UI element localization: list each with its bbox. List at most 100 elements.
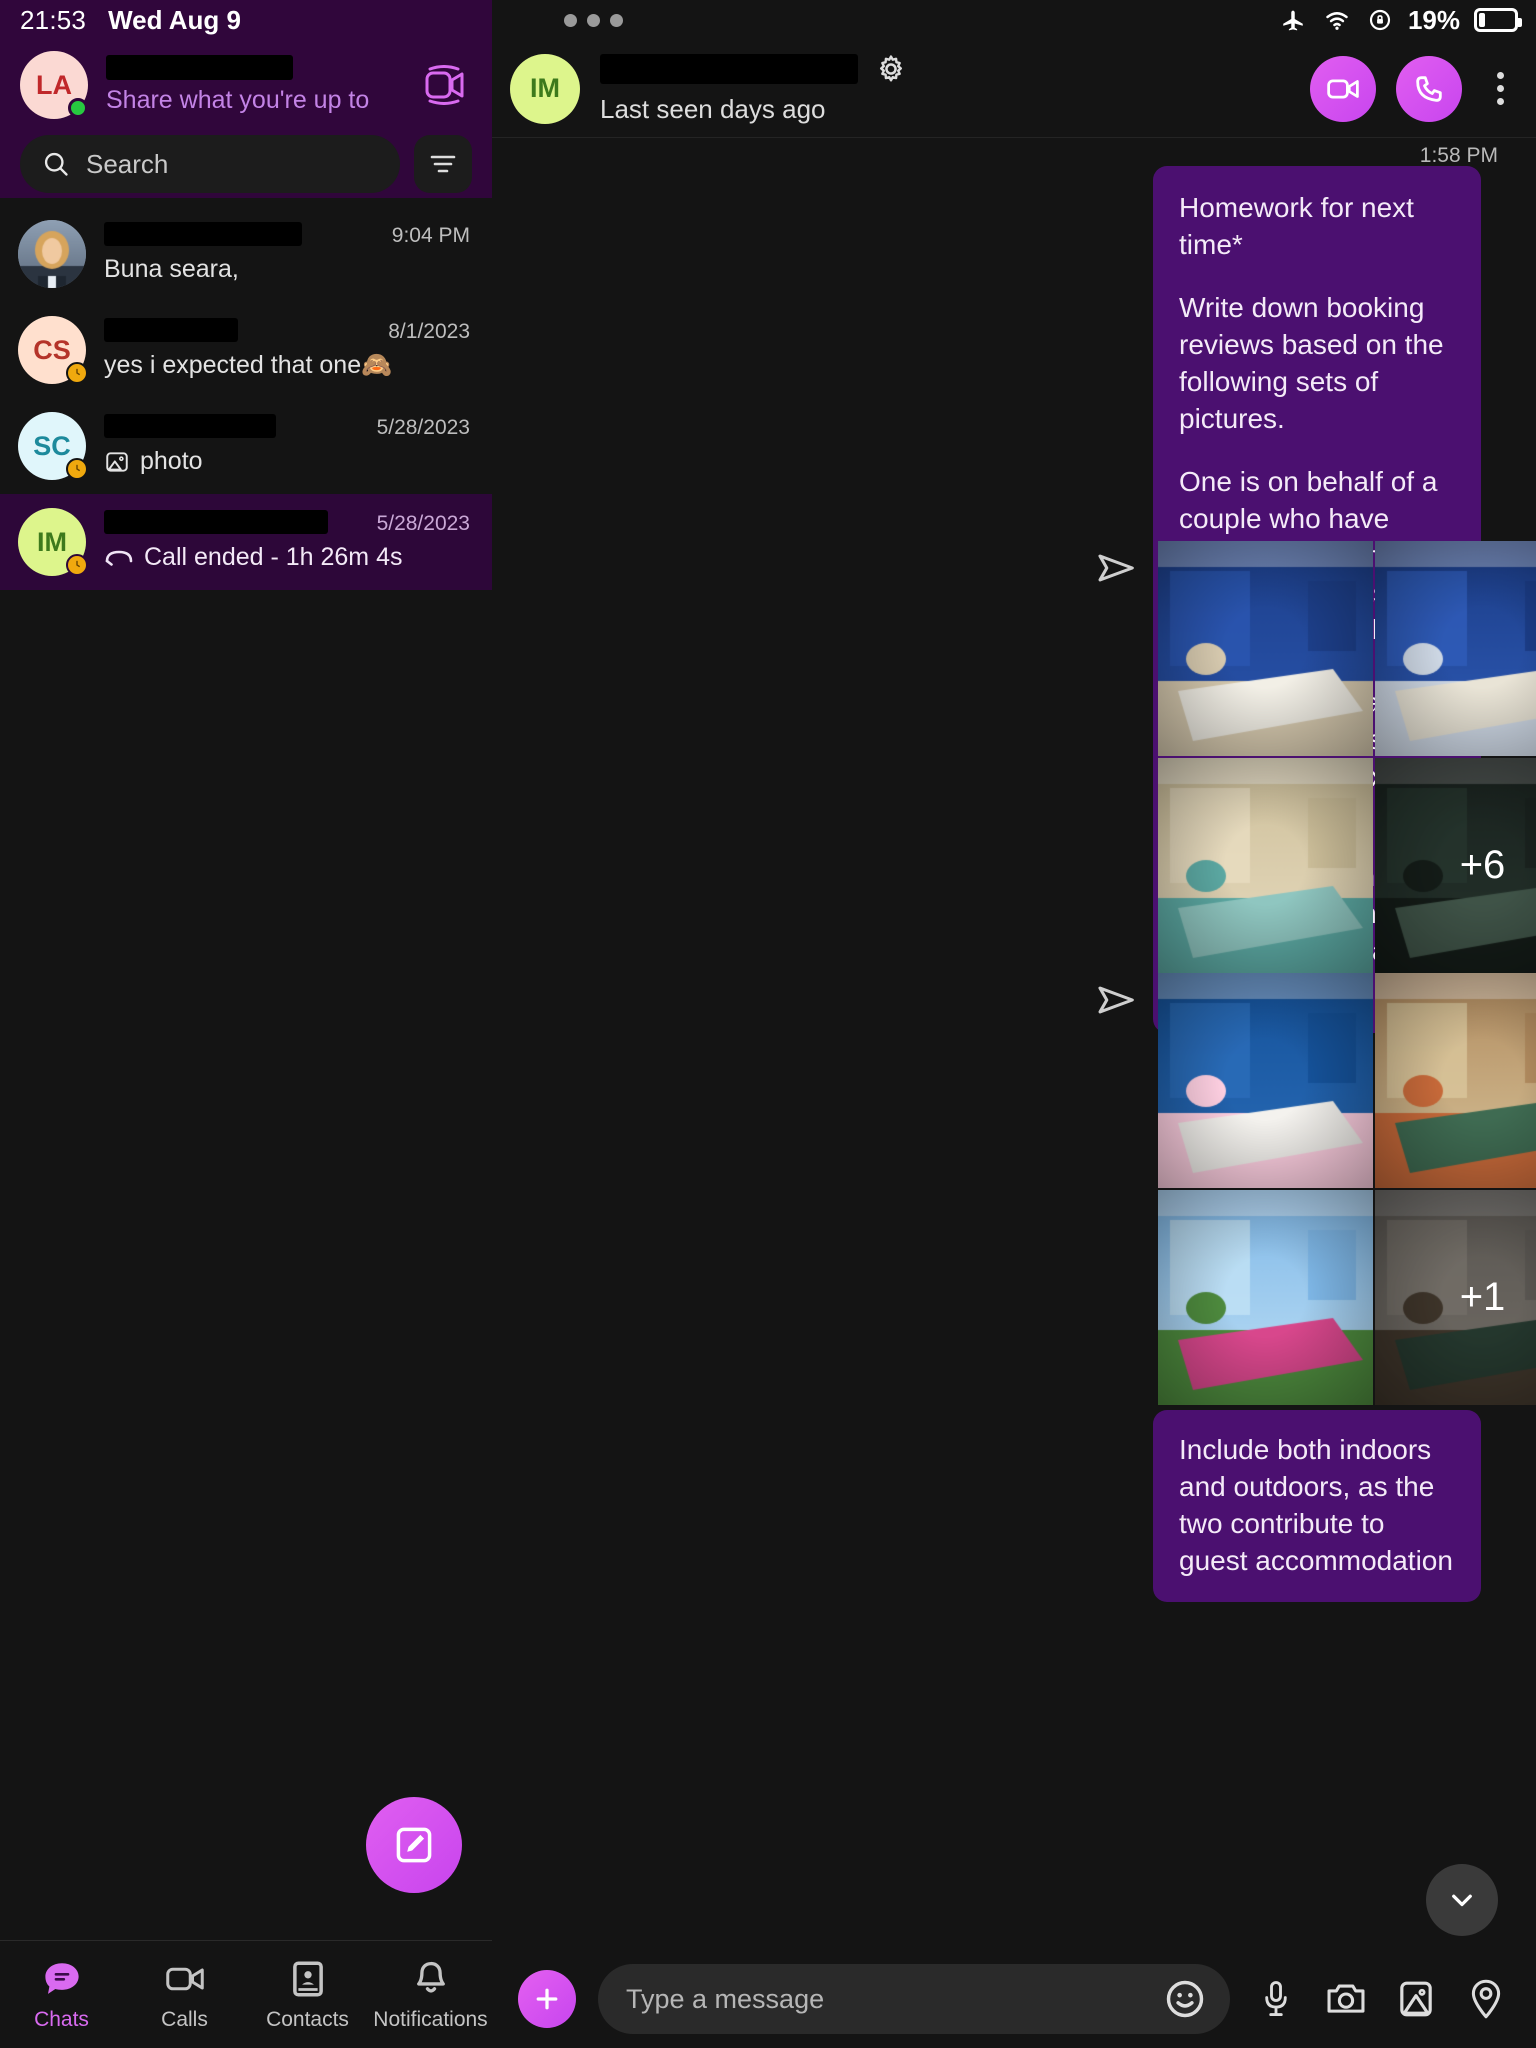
nav-label: Chats: [34, 2007, 89, 2031]
window-dots: [492, 13, 623, 27]
chat-list-item[interactable]: Buna seara, 9:04 PM: [0, 206, 492, 302]
battery-icon: [1474, 8, 1522, 32]
bell-icon: [416, 1961, 445, 1993]
image-icon: [106, 451, 128, 472]
chat-preview: yes i expected that one🙈: [104, 351, 474, 380]
message-text: Include both indoors and outdoors, as th…: [1153, 1410, 1481, 1602]
overflow-menu-button[interactable]: [1482, 72, 1518, 105]
chat-preview-text: Call ended - 1h 26m 4s: [144, 543, 403, 571]
chat-list-item[interactable]: CS yes i expected that one🙈 8/1/2023: [0, 302, 492, 398]
status-bar-left: 21:53 Wed Aug 9: [0, 0, 492, 40]
camera-icon[interactable]: [1322, 1975, 1370, 2023]
chat-preview: Call ended - 1h 26m 4s: [104, 543, 474, 572]
online-status-dot: [68, 98, 88, 118]
bottom-navigation: Chats Calls Contacts Notifications: [0, 1940, 492, 2048]
gallery-icon[interactable]: [1392, 1975, 1440, 2023]
message-paragraph: Homework for next time*: [1179, 192, 1414, 260]
image-overflow-count: +6: [1375, 758, 1536, 973]
profile-header: LA Share what you're up to Search: [0, 40, 492, 198]
messaging-app: 21:53 Wed Aug 9 LA Share what you're up …: [0, 0, 1536, 2048]
chat-name-redacted: [104, 222, 302, 246]
plus-icon: [536, 1988, 558, 2010]
wifi-icon: [1326, 12, 1348, 30]
avatar[interactable]: LA: [20, 51, 88, 119]
search-input[interactable]: Search: [20, 135, 400, 193]
chat-preview-text: photo: [140, 447, 203, 475]
chat-preview-text: Buna seara,: [104, 255, 239, 283]
location-pin-icon[interactable]: [1462, 1975, 1510, 2023]
contact-presence: Last seen days ago: [600, 94, 826, 124]
chevron-down-icon: [1452, 1894, 1472, 1907]
grid-image-1[interactable]: [1375, 973, 1536, 1188]
nav-item-chats[interactable]: Chats: [0, 1958, 123, 2032]
chat-preview-text: yes i expected that one🙈: [104, 351, 393, 379]
chat-preview: photo: [104, 447, 474, 476]
filter-icon[interactable]: [414, 135, 472, 193]
image-grid[interactable]: +6: [1158, 541, 1536, 973]
contact-name-redacted: [600, 54, 858, 84]
profile-texts: Share what you're up to: [106, 55, 398, 115]
nav-item-calls[interactable]: Calls: [123, 1958, 246, 2032]
new-message-button[interactable]: [366, 1797, 462, 1893]
grid-image-0[interactable]: [1158, 973, 1373, 1188]
message-image-grid[interactable]: +6: [1096, 541, 1536, 973]
battery-percent: 19%: [1407, 4, 1460, 35]
right-pane: 19% IM Last seen days ago 1:58 PM Homewo…: [492, 0, 1536, 2048]
chat-name-redacted: [104, 510, 328, 534]
chat-list: Buna seara, 9:04 PM CS yes i expected th…: [0, 198, 492, 1940]
nav-label: Contacts: [266, 2007, 349, 2031]
grid-image-2[interactable]: [1158, 1190, 1373, 1405]
profile-status-text[interactable]: Share what you're up to: [106, 86, 398, 115]
avatar[interactable]: [18, 220, 86, 288]
avatar[interactable]: CS: [18, 316, 88, 384]
scroll-to-bottom-button[interactable]: [1426, 1864, 1498, 1936]
avatar[interactable]: IM: [510, 53, 580, 124]
nav-label: Notifications: [373, 2007, 488, 2031]
grid-image-2[interactable]: [1158, 758, 1373, 973]
message-composer: Type a message: [492, 1950, 1536, 2048]
gear-icon[interactable]: [874, 52, 908, 86]
voice-call-button[interactable]: [1396, 55, 1462, 122]
chat-header-texts: Last seen days ago: [600, 52, 1290, 125]
chat-list-item-selected[interactable]: IM Call ended - 1h 26m 4s 5/28/2023: [0, 494, 492, 590]
video-camera-icon: [165, 1967, 204, 1990]
nav-item-contacts[interactable]: Contacts: [246, 1958, 369, 2032]
chat-name-redacted: [104, 414, 276, 438]
microphone-icon[interactable]: [1252, 1975, 1300, 2023]
chat-preview: Buna seara,: [104, 255, 474, 284]
call-ended-icon: [105, 550, 133, 566]
messages-area[interactable]: 1:58 PM Homework for next time* Write do…: [492, 138, 1536, 1950]
message-image-grid[interactable]: +1: [1096, 973, 1536, 1405]
search-placeholder: Search: [86, 148, 169, 179]
rotation-lock-icon: [1369, 9, 1391, 31]
message-bubble-outgoing[interactable]: Include both indoors and outdoors, as th…: [1153, 1410, 1481, 1602]
add-attachment-button[interactable]: [518, 1970, 576, 2028]
avatar[interactable]: SC: [18, 412, 88, 480]
avatar-initials: IM: [37, 526, 67, 557]
chat-timestamp: 5/28/2023: [376, 416, 470, 439]
chat-list-item[interactable]: SC photo 5/28/2023: [0, 398, 492, 494]
smiley-icon[interactable]: [1162, 1976, 1208, 2022]
airplane-icon: [1283, 10, 1303, 31]
video-camera-icon: [1327, 79, 1359, 98]
nav-item-notifications[interactable]: Notifications: [369, 1958, 492, 2032]
message-input[interactable]: Type a message: [598, 1964, 1230, 2034]
grid-image-3[interactable]: +1: [1375, 1190, 1536, 1405]
video-call-button[interactable]: [1310, 55, 1376, 122]
grid-image-1[interactable]: [1375, 541, 1536, 756]
chat-header: IM Last seen days ago: [492, 40, 1536, 138]
send-arrow-icon: [1096, 973, 1142, 1022]
status-time: 21:53: [20, 4, 87, 35]
away-status-dot: [66, 554, 88, 576]
grid-image-3[interactable]: +6: [1375, 758, 1536, 973]
chat-timestamp: 9:04 PM: [391, 224, 470, 247]
image-grid[interactable]: +1: [1158, 973, 1536, 1405]
search-icon: [44, 152, 68, 176]
video-camera-icon[interactable]: [416, 57, 472, 113]
profile-row[interactable]: LA Share what you're up to: [20, 40, 472, 130]
avatar-initials: SC: [33, 430, 71, 461]
status-bar-right: 19%: [492, 0, 1536, 40]
new-message-icon: [396, 1827, 432, 1863]
avatar[interactable]: IM: [18, 508, 88, 576]
grid-image-0[interactable]: [1158, 541, 1373, 756]
